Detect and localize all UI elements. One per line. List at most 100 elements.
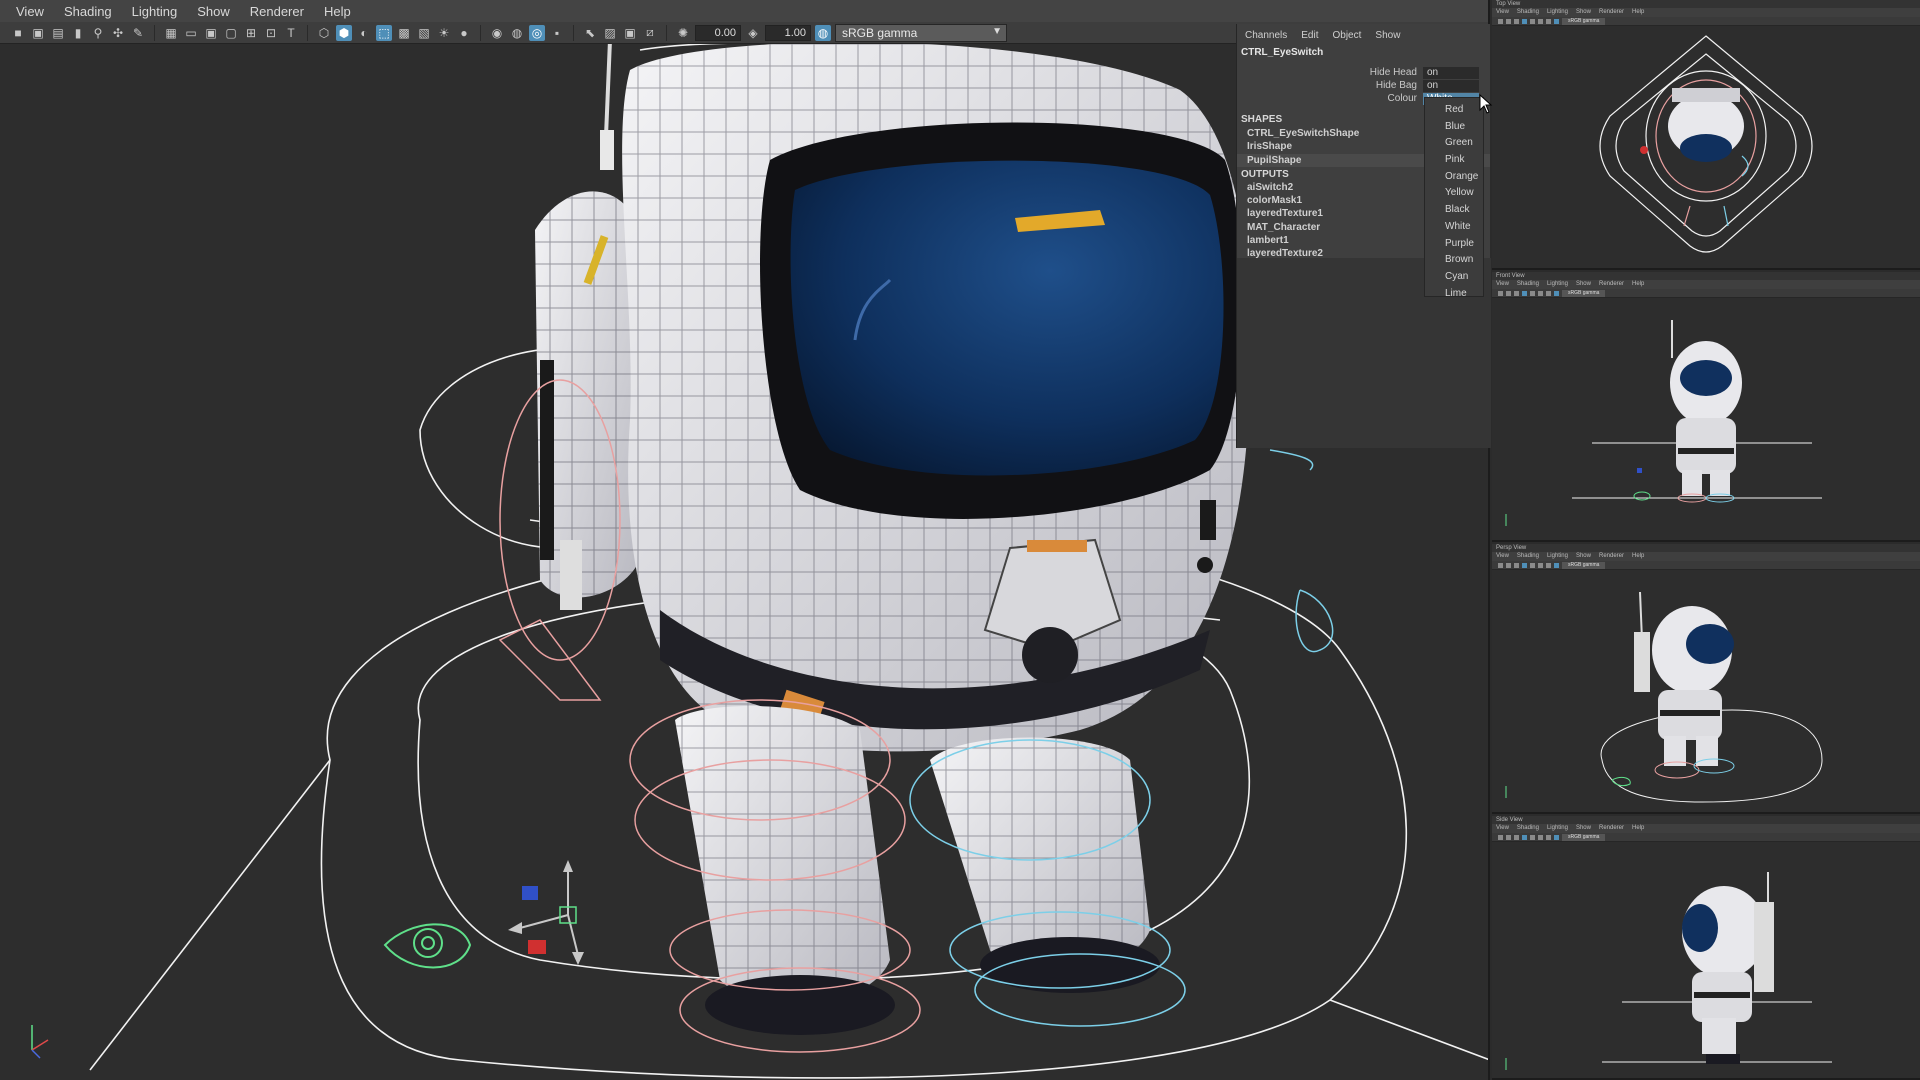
grid-icon[interactable] xyxy=(1514,834,1519,840)
smooth-shade-icon[interactable] xyxy=(1522,18,1527,24)
colour-option-lime[interactable]: Lime xyxy=(1425,286,1483,303)
gamma-icon[interactable]: ◈ xyxy=(745,25,761,41)
image-plane-icon[interactable]: ▤ xyxy=(50,25,66,41)
color-space-select[interactable]: sRGB gamma xyxy=(1562,17,1606,25)
shadows-icon[interactable] xyxy=(1546,562,1551,568)
panel-menu-shading[interactable]: Shading xyxy=(1517,824,1539,833)
backface-culling-icon[interactable]: ⧄ xyxy=(642,25,658,41)
move-manipulator[interactable] xyxy=(508,860,584,965)
color-space-select[interactable]: sRGB gamma ▼ xyxy=(835,23,1007,42)
pencil-icon[interactable]: ✎ xyxy=(130,25,146,41)
channels-menu[interactable]: Channels xyxy=(1245,30,1287,44)
persp-view-scene[interactable] xyxy=(1492,570,1920,814)
panel-menu-renderer[interactable]: Renderer xyxy=(1599,552,1624,561)
wireframe-icon[interactable] xyxy=(1530,834,1535,840)
color-management-icon[interactable] xyxy=(1554,290,1559,296)
astronaut-legs-mesh[interactable] xyxy=(675,706,1160,1035)
lights-icon[interactable] xyxy=(1538,18,1543,24)
wireframe-on-shaded-icon[interactable]: ⬚ xyxy=(376,24,392,41)
color-space-select[interactable]: sRGB gamma xyxy=(1562,561,1606,569)
panel-menu-help[interactable]: Help xyxy=(1632,824,1644,833)
film-gate-toggle-icon[interactable]: ▭ xyxy=(183,25,199,41)
panel-menu-renderer[interactable]: Renderer xyxy=(1599,8,1624,17)
top-view-scene[interactable] xyxy=(1492,26,1920,270)
side-view-panel[interactable]: Side View View Shading Lighting Show Ren… xyxy=(1492,816,1920,1080)
panel-menu-renderer[interactable]: Renderer xyxy=(1599,824,1624,833)
wireframe-icon[interactable] xyxy=(1530,18,1535,24)
menu-shading[interactable]: Shading xyxy=(56,2,120,21)
textured-icon[interactable]: ▧ xyxy=(416,25,432,41)
colour-option-black[interactable]: Black xyxy=(1425,202,1483,219)
colour-option-purple[interactable]: Purple xyxy=(1425,236,1483,253)
color-space-select[interactable]: sRGB gamma xyxy=(1562,833,1606,841)
grid-icon[interactable] xyxy=(1514,562,1519,568)
colour-option-blue[interactable]: Blue xyxy=(1425,119,1483,136)
xray-active-icon[interactable]: ▣ xyxy=(622,25,638,41)
panel-menu-help[interactable]: Help xyxy=(1632,280,1644,289)
color-management-icon[interactable]: ◍ xyxy=(815,24,831,41)
bookmark-icon[interactable] xyxy=(1506,834,1511,840)
panel-menu-lighting[interactable]: Lighting xyxy=(1547,8,1568,17)
panel-menu-help[interactable]: Help xyxy=(1632,8,1644,17)
panel-menu-lighting[interactable]: Lighting xyxy=(1547,280,1568,289)
wireframe-icon[interactable] xyxy=(1530,562,1535,568)
motion-blur-icon[interactable]: ◍ xyxy=(509,25,525,41)
bookmark-icon[interactable] xyxy=(1506,290,1511,296)
colour-option-brown[interactable]: Brown xyxy=(1425,252,1483,269)
lights-icon[interactable] xyxy=(1538,834,1543,840)
panel-menu-lighting[interactable]: Lighting xyxy=(1547,824,1568,833)
shadows-icon[interactable]: ● xyxy=(456,25,472,41)
bookmark-icon[interactable]: ▮ xyxy=(70,25,86,41)
exposure-icon[interactable]: ✺ xyxy=(675,25,691,41)
attr-value-field[interactable]: on xyxy=(1423,79,1479,92)
lights-icon[interactable]: ☀ xyxy=(436,25,452,41)
front-view-panel[interactable]: Front View View Shading Lighting Show Re… xyxy=(1492,272,1920,542)
menu-view[interactable]: View xyxy=(8,2,52,21)
bookmark-icon[interactable] xyxy=(1506,18,1511,24)
colour-option-pink[interactable]: Pink xyxy=(1425,152,1483,169)
persp-view-panel[interactable]: Persp View View Shading Lighting Show Re… xyxy=(1492,544,1920,814)
colour-option-green[interactable]: Green xyxy=(1425,135,1483,152)
attr-row-hide-bag[interactable]: Hide Bag on xyxy=(1237,79,1490,92)
film-gate-icon[interactable]: ✣ xyxy=(110,25,126,41)
panel-menu-show[interactable]: Show xyxy=(1576,552,1591,561)
smooth-shade-icon[interactable] xyxy=(1522,562,1527,568)
color-space-select[interactable]: sRGB gamma xyxy=(1562,289,1606,297)
color-management-icon[interactable] xyxy=(1554,562,1559,568)
edit-menu[interactable]: Edit xyxy=(1301,30,1318,44)
color-management-icon[interactable] xyxy=(1554,834,1559,840)
colour-option-orange[interactable]: Orange xyxy=(1425,169,1483,186)
xray-joints-icon[interactable]: ▨ xyxy=(602,25,618,41)
menu-help[interactable]: Help xyxy=(316,2,359,21)
helmet-visor[interactable] xyxy=(760,122,1243,519)
panel-menu-show[interactable]: Show xyxy=(1576,8,1591,17)
object-menu[interactable]: Object xyxy=(1333,30,1362,44)
smooth-shade-icon[interactable]: ⬢ xyxy=(336,24,352,41)
gate-mask-icon[interactable]: ▢ xyxy=(223,25,239,41)
colour-option-white[interactable]: White xyxy=(1425,219,1483,236)
grid-icon[interactable] xyxy=(1514,290,1519,296)
side-view-scene[interactable] xyxy=(1492,842,1920,1080)
grid-icon[interactable]: ▦ xyxy=(163,25,179,41)
panel-menu-lighting[interactable]: Lighting xyxy=(1547,552,1568,561)
panel-menu-show[interactable]: Show xyxy=(1576,824,1591,833)
camera-icon[interactable] xyxy=(1498,18,1503,24)
shadows-icon[interactable] xyxy=(1546,18,1551,24)
panel-menu-renderer[interactable]: Renderer xyxy=(1599,280,1624,289)
camera-icon[interactable]: ■ xyxy=(10,25,26,41)
top-view-panel[interactable]: Top View View Shading Lighting Show Rend… xyxy=(1492,0,1920,270)
panel-menu-shading[interactable]: Shading xyxy=(1517,280,1539,289)
camera-attributes-icon[interactable]: ▣ xyxy=(30,25,46,41)
smooth-shade-icon[interactable] xyxy=(1522,834,1527,840)
panel-menu-view[interactable]: View xyxy=(1496,552,1509,561)
exposure-field[interactable]: 0.00 xyxy=(695,24,741,41)
panel-menu-shading[interactable]: Shading xyxy=(1517,8,1539,17)
wireframe-icon[interactable]: ⬡ xyxy=(316,25,332,41)
camera-icon[interactable] xyxy=(1498,834,1503,840)
camera-icon[interactable] xyxy=(1498,562,1503,568)
attr-row-hide-head[interactable]: Hide Head on xyxy=(1237,66,1490,79)
eye-switch-control[interactable] xyxy=(383,923,472,969)
panel-menu-shading[interactable]: Shading xyxy=(1517,552,1539,561)
panel-menu-show[interactable]: Show xyxy=(1576,280,1591,289)
camera-icon[interactable] xyxy=(1498,290,1503,296)
